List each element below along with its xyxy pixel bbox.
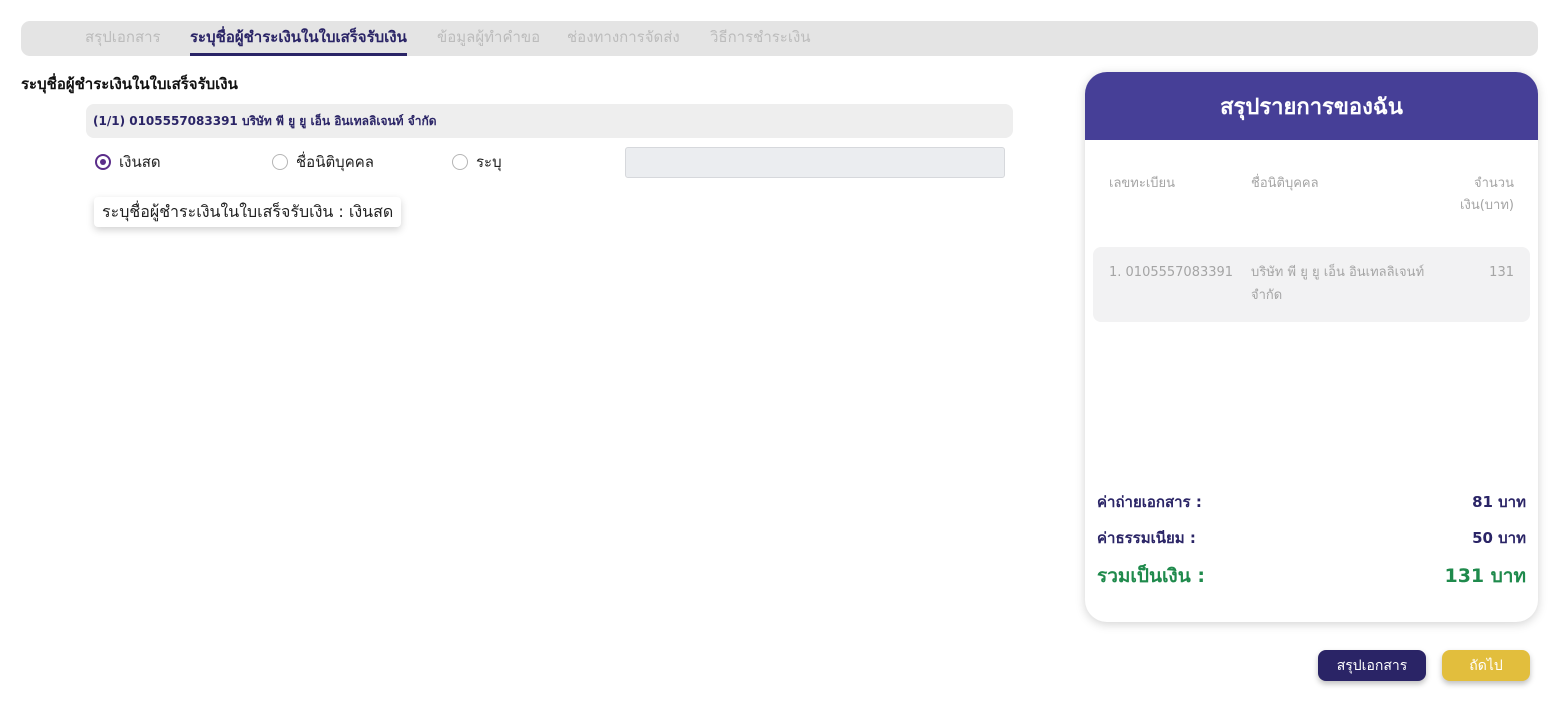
summary-title: สรุปรายการของฉัน — [1085, 72, 1538, 140]
page-title: ระบุชื่อผู้ชำระเงินในใบเสร็จรับเงิน — [21, 75, 238, 93]
radio-checked-icon[interactable] — [95, 154, 111, 170]
copy-fee-label: ค่าถ่ายเอกสาร : — [1097, 493, 1202, 511]
tab-payer-name[interactable]: ระบุชื่อผู้ชำระเงินในใบเสร็จรับเงิน — [190, 21, 407, 56]
copy-fee-line: ค่าถ่ายเอกสาร : 81 บาท — [1097, 490, 1526, 514]
radio-specify-label: ระบุ — [476, 153, 502, 171]
row-amount: 131 — [1489, 265, 1514, 280]
column-header-amount: จำนวน เงิน(บาท) — [1460, 176, 1514, 213]
summary-card: สรุปรายการของฉัน เลขทะเบียน ชื่อนิติบุคค… — [1085, 72, 1538, 622]
tab-payment-method[interactable]: วิธีการชำระเงิน — [710, 21, 811, 56]
row-reg-no: 1. 0105557083391 — [1109, 265, 1234, 280]
step-tabs: สรุปเอกสาร ระบุชื่อผู้ชำระเงินในใบเสร็จร… — [21, 21, 1538, 56]
service-fee-line: ค่าธรรมเนียม : 50 บาท — [1097, 526, 1526, 550]
column-header-reg-no: เลขทะเบียน — [1109, 176, 1176, 191]
page: สรุปเอกสาร ระบุชื่อผู้ชำระเงินในใบเสร็จร… — [0, 0, 1564, 703]
total-label: รวมเป็นเงิน : — [1097, 565, 1205, 587]
row-company-name: บริษัท พี ยู ยู เอ็น อินเทลลิเจนท์ จำกัด — [1251, 265, 1425, 303]
radio-juristic-name-label: ชื่อนิติบุคคล — [296, 153, 374, 171]
radio-unchecked-icon[interactable] — [272, 154, 288, 170]
company-header: (1/1) 0105557083391 บริษัท พี ยู ยู เอ็น… — [86, 104, 1013, 138]
next-button[interactable]: ถัดไป — [1442, 650, 1530, 681]
radio-cash[interactable]: เงินสด — [95, 152, 161, 172]
radio-cash-label: เงินสด — [119, 153, 161, 171]
service-fee-label: ค่าธรรมเนียม : — [1097, 529, 1196, 547]
total-value: 131 บาท — [1444, 565, 1526, 587]
copy-fee-value: 81 บาท — [1472, 493, 1526, 511]
service-fee-value: 50 บาท — [1472, 529, 1526, 547]
total-line: รวมเป็นเงิน : 131 บาท — [1097, 561, 1526, 591]
radio-juristic-name[interactable]: ชื่อนิติบุคคล — [272, 152, 374, 172]
tab-delivery-channel[interactable]: ช่องทางการจัดส่ง — [567, 21, 680, 56]
radio-specify[interactable]: ระบุ — [452, 152, 502, 172]
tab-document-summary[interactable]: สรุปเอกสาร — [85, 21, 161, 56]
company-label: (1/1) 0105557083391 บริษัท พี ยู ยู เอ็น… — [93, 114, 437, 128]
radio-unchecked-icon[interactable] — [452, 154, 468, 170]
column-header-name: ชื่อนิติบุคคล — [1251, 176, 1319, 191]
payer-preview: ระบุชื่อผู้ชำระเงินในใบเสร็จรับเงิน : เง… — [94, 197, 402, 227]
document-summary-button[interactable]: สรุปเอกสาร — [1318, 650, 1426, 681]
tab-requester-info[interactable]: ข้อมูลผู้ทำคำขอ — [437, 21, 540, 56]
table-row: 1. 0105557083391 บริษัท พี ยู ยู เอ็น อิ… — [1093, 247, 1530, 322]
specify-name-input[interactable] — [625, 147, 1005, 178]
